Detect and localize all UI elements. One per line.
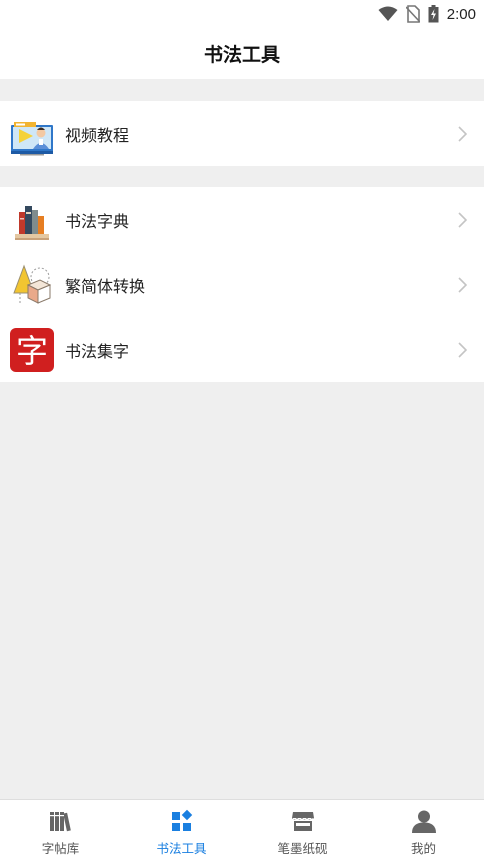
header: 书法工具 [0,28,484,79]
menu-item-calligraphy-dictionary[interactable]: 书法字典 [0,187,484,252]
no-sim-icon [405,5,420,23]
tab-mine[interactable]: 我的 [363,800,484,861]
tab-label: 字帖库 [41,841,80,856]
status-time: 2:00 [446,5,476,23]
bookshelf-icon [49,812,71,832]
menu-item-label: 书法字典 [65,211,130,231]
user-icon [411,810,436,833]
chevron-right-icon [458,125,467,142]
tab-copybook-library[interactable]: 字帖库 [0,800,121,861]
section-tools: 书法字典 繁简体转换 字 书法集字 [0,187,484,382]
battery-charging-icon [428,5,439,23]
menu-item-label: 书法集字 [65,341,130,361]
tab-label: 笔墨纸砚 [277,841,328,856]
tools-grid-icon [171,809,192,831]
zi-character-icon: 字 [10,327,54,372]
status-bar: 2:00 [0,0,484,28]
zi-icon-glyph: 字 [16,332,48,370]
chevron-right-icon [458,276,467,293]
wifi-icon [378,6,398,21]
chevron-right-icon [458,341,467,358]
page-title: 书法工具 [203,44,280,66]
video-tutorial-icon [10,112,54,156]
tab-label: 我的 [410,841,436,856]
shapes-convert-icon [10,263,54,307]
tab-label: 书法工具 [156,841,207,856]
status-icons: 2:00 [378,4,476,24]
books-icon [10,198,54,242]
chevron-right-icon [458,211,467,228]
menu-item-label: 繁简体转换 [65,276,146,296]
menu-item-calligraphy-collect[interactable]: 字 书法集字 [0,317,484,382]
menu-item-label: 视频教程 [65,125,130,145]
tab-stationery-store[interactable]: 笔墨纸砚 [242,800,363,861]
store-icon [291,812,314,831]
tab-calligraphy-tools[interactable]: 书法工具 [121,800,242,861]
menu-item-traditional-simplified-convert[interactable]: 繁简体转换 [0,252,484,317]
bottom-tab-bar: 字帖库 书法工具 笔墨纸砚 我的 [0,799,484,861]
section-tutorials: 视频教程 [0,101,484,166]
menu-item-video-tutorial[interactable]: 视频教程 [0,101,484,166]
